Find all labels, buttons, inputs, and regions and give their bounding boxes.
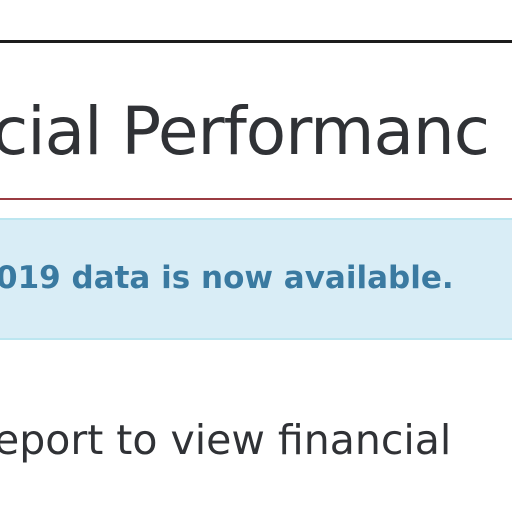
alert-message: 019 data is now available. [0,260,454,296]
title-underline [0,198,512,200]
top-divider [0,40,512,43]
page-title: cial Performanc [0,93,490,170]
intro-text: eport to view financial [0,416,452,464]
info-alert: 019 data is now available. [0,218,512,340]
